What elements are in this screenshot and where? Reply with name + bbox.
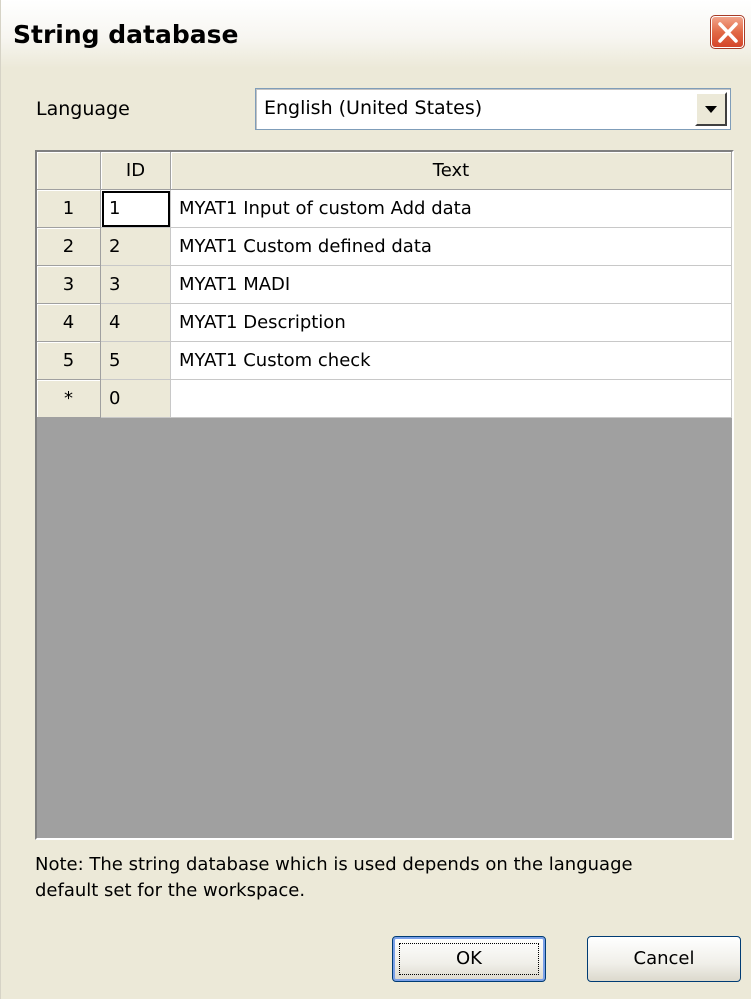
id-cell[interactable]: 0 xyxy=(101,380,171,418)
row-header[interactable]: 4 xyxy=(37,304,101,342)
dropdown-arrow-button[interactable] xyxy=(695,92,727,126)
new-row-marker[interactable]: * xyxy=(37,380,101,418)
language-dropdown[interactable]: English (United States) xyxy=(255,88,731,130)
table-row[interactable]: 2 2 MYAT1 Custom defined data xyxy=(37,228,732,266)
table-row[interactable]: 5 5 MYAT1 Custom check xyxy=(37,342,732,380)
id-cell[interactable]: 5 xyxy=(101,342,171,380)
row-header[interactable]: 3 xyxy=(37,266,101,304)
text-cell[interactable]: MYAT1 Description xyxy=(171,304,732,342)
window-title: String database xyxy=(13,20,239,49)
title-bar[interactable]: String database xyxy=(1,0,751,68)
text-cell[interactable]: MYAT1 MADI xyxy=(171,266,732,304)
text-cell[interactable]: MYAT1 Custom check xyxy=(171,342,732,380)
focus-rectangle xyxy=(399,943,539,975)
ok-button[interactable]: OK xyxy=(392,936,546,982)
cancel-button-label: Cancel xyxy=(633,948,695,969)
id-cell[interactable]: 2 xyxy=(101,228,171,266)
string-database-dialog: String database Language English (United… xyxy=(0,0,751,999)
note-text: Note: The string database which is used … xyxy=(35,852,725,904)
language-label: Language xyxy=(36,98,130,120)
row-header[interactable]: 1 xyxy=(37,190,101,228)
note-line-1: Note: The string database which is used … xyxy=(35,854,633,875)
header-id[interactable]: ID xyxy=(101,152,171,190)
close-icon xyxy=(718,22,738,43)
new-row[interactable]: * 0 xyxy=(37,380,732,418)
chevron-down-icon xyxy=(705,106,717,113)
cancel-button[interactable]: Cancel xyxy=(587,936,741,982)
row-header[interactable]: 2 xyxy=(37,228,101,266)
header-corner[interactable] xyxy=(37,152,101,190)
table-row[interactable]: 1 1 MYAT1 Input of custom Add data xyxy=(37,190,732,228)
language-selected-value: English (United States) xyxy=(264,97,483,119)
text-cell[interactable] xyxy=(171,380,732,418)
id-cell[interactable]: 1 xyxy=(101,190,171,228)
string-table[interactable]: ID Text 1 1 MYAT1 Input of custom Add da… xyxy=(35,150,734,840)
table-header-row: ID Text xyxy=(37,152,732,190)
note-line-2: default set for the workspace. xyxy=(35,880,306,901)
text-cell[interactable]: MYAT1 Input of custom Add data xyxy=(171,190,732,228)
row-header[interactable]: 5 xyxy=(37,342,101,380)
text-cell[interactable]: MYAT1 Custom defined data xyxy=(171,228,732,266)
table-row[interactable]: 4 4 MYAT1 Description xyxy=(37,304,732,342)
id-cell[interactable]: 3 xyxy=(101,266,171,304)
close-button[interactable] xyxy=(710,15,745,49)
table-row[interactable]: 3 3 MYAT1 MADI xyxy=(37,266,732,304)
id-cell[interactable]: 4 xyxy=(101,304,171,342)
header-text[interactable]: Text xyxy=(171,152,732,190)
